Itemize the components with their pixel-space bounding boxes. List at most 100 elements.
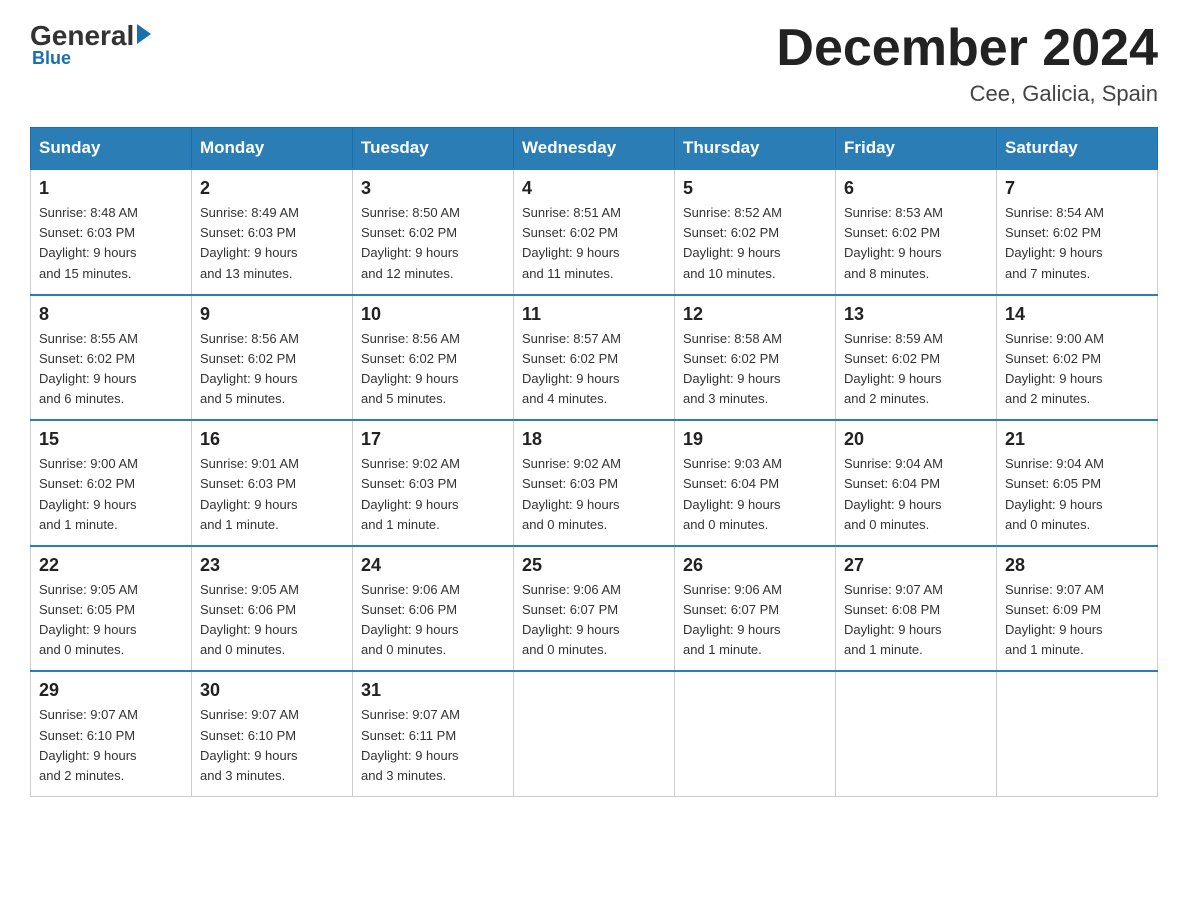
day-number: 20 [844, 429, 988, 450]
calendar-week-2: 8 Sunrise: 8:55 AMSunset: 6:02 PMDaylight… [31, 295, 1158, 421]
day-number: 24 [361, 555, 505, 576]
column-header-saturday: Saturday [997, 128, 1158, 170]
calendar-day-1: 1 Sunrise: 8:48 AMSunset: 6:03 PMDaylight… [31, 169, 192, 295]
column-header-monday: Monday [192, 128, 353, 170]
day-number: 19 [683, 429, 827, 450]
calendar-day-19: 19 Sunrise: 9:03 AMSunset: 6:04 PMDayligh… [675, 420, 836, 546]
calendar-week-5: 29Sunrise: 9:07 AMSunset: 6:10 PMDayligh… [31, 671, 1158, 796]
day-info: Sunrise: 9:04 AMSunset: 6:05 PMDaylight:… [1005, 454, 1149, 535]
month-title: December 2024 [776, 20, 1158, 77]
calendar-day-7: 7Sunrise: 8:54 AMSunset: 6:02 PMDaylight… [997, 169, 1158, 295]
calendar-body: 1 Sunrise: 8:48 AMSunset: 6:03 PMDaylight… [31, 169, 1158, 796]
calendar-day-24: 24Sunrise: 9:06 AMSunset: 6:06 PMDayligh… [353, 546, 514, 672]
day-number: 7 [1005, 178, 1149, 199]
day-info: Sunrise: 9:07 AMSunset: 6:10 PMDaylight:… [39, 705, 183, 786]
day-info: Sunrise: 9:03 AMSunset: 6:04 PMDaylight:… [683, 454, 827, 535]
column-header-sunday: Sunday [31, 128, 192, 170]
day-info: Sunrise: 9:07 AMSunset: 6:09 PMDaylight:… [1005, 580, 1149, 661]
location-subtitle: Cee, Galicia, Spain [776, 81, 1158, 107]
calendar-day-5: 5Sunrise: 8:52 AMSunset: 6:02 PMDaylight… [675, 169, 836, 295]
calendar-day-27: 27 Sunrise: 9:07 AMSunset: 6:08 PMDayligh… [836, 546, 997, 672]
day-number: 2 [200, 178, 344, 199]
day-number: 16 [200, 429, 344, 450]
day-info: Sunrise: 8:56 AMSunset: 6:02 PMDaylight:… [200, 329, 344, 410]
day-number: 23 [200, 555, 344, 576]
day-info: Sunrise: 8:48 AMSunset: 6:03 PMDaylight:… [39, 203, 183, 284]
column-header-thursday: Thursday [675, 128, 836, 170]
day-info: Sunrise: 9:06 AMSunset: 6:07 PMDaylight:… [683, 580, 827, 661]
day-info: Sunrise: 8:50 AMSunset: 6:02 PMDaylight:… [361, 203, 505, 284]
day-info: Sunrise: 9:06 AMSunset: 6:07 PMDaylight:… [522, 580, 666, 661]
day-number: 17 [361, 429, 505, 450]
day-number: 12 [683, 304, 827, 325]
day-info: Sunrise: 9:07 AMSunset: 6:11 PMDaylight:… [361, 705, 505, 786]
day-number: 6 [844, 178, 988, 199]
calendar-day-9: 9 Sunrise: 8:56 AMSunset: 6:02 PMDaylight… [192, 295, 353, 421]
day-number: 15 [39, 429, 183, 450]
calendar-table: SundayMondayTuesdayWednesdayThursdayFrid… [30, 127, 1158, 797]
logo: General Blue [30, 20, 151, 69]
calendar-day-26: 26 Sunrise: 9:06 AMSunset: 6:07 PMDayligh… [675, 546, 836, 672]
day-number: 27 [844, 555, 988, 576]
calendar-day-22: 22Sunrise: 9:05 AMSunset: 6:05 PMDayligh… [31, 546, 192, 672]
day-number: 11 [522, 304, 666, 325]
day-number: 3 [361, 178, 505, 199]
calendar-day-12: 12Sunrise: 8:58 AMSunset: 6:02 PMDayligh… [675, 295, 836, 421]
day-number: 14 [1005, 304, 1149, 325]
empty-cell [997, 671, 1158, 796]
calendar-week-1: 1 Sunrise: 8:48 AMSunset: 6:03 PMDaylight… [31, 169, 1158, 295]
calendar-day-23: 23 Sunrise: 9:05 AMSunset: 6:06 PMDayligh… [192, 546, 353, 672]
day-number: 31 [361, 680, 505, 701]
day-number: 25 [522, 555, 666, 576]
calendar-day-17: 17Sunrise: 9:02 AMSunset: 6:03 PMDayligh… [353, 420, 514, 546]
column-header-friday: Friday [836, 128, 997, 170]
column-header-wednesday: Wednesday [514, 128, 675, 170]
column-header-tuesday: Tuesday [353, 128, 514, 170]
day-info: Sunrise: 8:53 AMSunset: 6:02 PMDaylight:… [844, 203, 988, 284]
logo-triangle-icon [137, 24, 151, 44]
day-info: Sunrise: 9:00 AMSunset: 6:02 PMDaylight:… [1005, 329, 1149, 410]
day-info: Sunrise: 9:02 AMSunset: 6:03 PMDaylight:… [522, 454, 666, 535]
calendar-day-16: 16 Sunrise: 9:01 AMSunset: 6:03 PMDayligh… [192, 420, 353, 546]
day-number: 30 [200, 680, 344, 701]
day-number: 4 [522, 178, 666, 199]
day-info: Sunrise: 8:51 AMSunset: 6:02 PMDaylight:… [522, 203, 666, 284]
day-number: 18 [522, 429, 666, 450]
empty-cell [675, 671, 836, 796]
empty-cell [836, 671, 997, 796]
day-info: Sunrise: 9:07 AMSunset: 6:10 PMDaylight:… [200, 705, 344, 786]
day-number: 22 [39, 555, 183, 576]
calendar-day-14: 14 Sunrise: 9:00 AMSunset: 6:02 PMDayligh… [997, 295, 1158, 421]
calendar-week-3: 15 Sunrise: 9:00 AMSunset: 6:02 PMDayligh… [31, 420, 1158, 546]
calendar-day-29: 29Sunrise: 9:07 AMSunset: 6:10 PMDayligh… [31, 671, 192, 796]
calendar-day-20: 20 Sunrise: 9:04 AMSunset: 6:04 PMDayligh… [836, 420, 997, 546]
logo-blue-text: Blue [32, 48, 71, 69]
day-info: Sunrise: 9:01 AMSunset: 6:03 PMDaylight:… [200, 454, 344, 535]
calendar-day-8: 8 Sunrise: 8:55 AMSunset: 6:02 PMDaylight… [31, 295, 192, 421]
calendar-day-4: 4 Sunrise: 8:51 AMSunset: 6:02 PMDaylight… [514, 169, 675, 295]
calendar-day-31: 31 Sunrise: 9:07 AMSunset: 6:11 PMDayligh… [353, 671, 514, 796]
day-number: 8 [39, 304, 183, 325]
day-info: Sunrise: 8:55 AMSunset: 6:02 PMDaylight:… [39, 329, 183, 410]
calendar-day-28: 28Sunrise: 9:07 AMSunset: 6:09 PMDayligh… [997, 546, 1158, 672]
calendar-day-3: 3 Sunrise: 8:50 AMSunset: 6:02 PMDaylight… [353, 169, 514, 295]
day-info: Sunrise: 9:05 AMSunset: 6:06 PMDaylight:… [200, 580, 344, 661]
day-number: 26 [683, 555, 827, 576]
calendar-day-21: 21Sunrise: 9:04 AMSunset: 6:05 PMDayligh… [997, 420, 1158, 546]
day-info: Sunrise: 9:04 AMSunset: 6:04 PMDaylight:… [844, 454, 988, 535]
calendar-day-11: 11 Sunrise: 8:57 AMSunset: 6:02 PMDayligh… [514, 295, 675, 421]
day-info: Sunrise: 8:49 AMSunset: 6:03 PMDaylight:… [200, 203, 344, 284]
calendar-day-2: 2 Sunrise: 8:49 AMSunset: 6:03 PMDaylight… [192, 169, 353, 295]
day-number: 13 [844, 304, 988, 325]
day-info: Sunrise: 8:57 AMSunset: 6:02 PMDaylight:… [522, 329, 666, 410]
day-number: 1 [39, 178, 183, 199]
day-info: Sunrise: 9:00 AMSunset: 6:02 PMDaylight:… [39, 454, 183, 535]
day-info: Sunrise: 9:07 AMSunset: 6:08 PMDaylight:… [844, 580, 988, 661]
calendar-day-18: 18 Sunrise: 9:02 AMSunset: 6:03 PMDayligh… [514, 420, 675, 546]
title-section: December 2024 Cee, Galicia, Spain [776, 20, 1158, 107]
day-number: 9 [200, 304, 344, 325]
day-info: Sunrise: 8:59 AMSunset: 6:02 PMDaylight:… [844, 329, 988, 410]
calendar-day-30: 30 Sunrise: 9:07 AMSunset: 6:10 PMDayligh… [192, 671, 353, 796]
calendar-day-6: 6 Sunrise: 8:53 AMSunset: 6:02 PMDaylight… [836, 169, 997, 295]
calendar-week-4: 22Sunrise: 9:05 AMSunset: 6:05 PMDayligh… [31, 546, 1158, 672]
